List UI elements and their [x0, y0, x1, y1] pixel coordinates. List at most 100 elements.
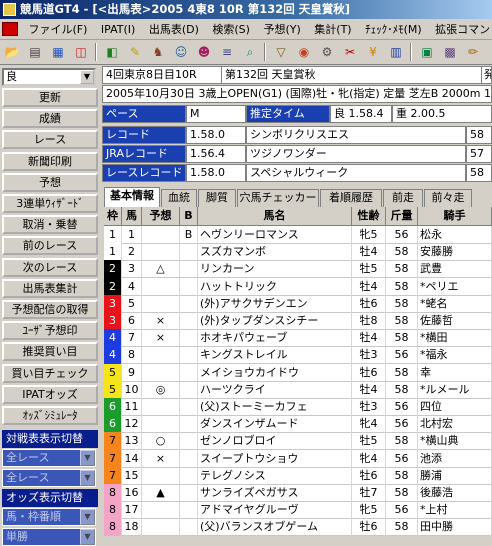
- pencil-icon[interactable]: ✏: [463, 42, 483, 62]
- print-icon[interactable]: ▤: [25, 42, 45, 62]
- tab-1[interactable]: 血統: [161, 189, 197, 207]
- table-row[interactable]: 1 1 B ヘヴンリーロマンス 牝5 56 松永: [104, 226, 492, 244]
- table-row[interactable]: 8 17 アドマイヤグルーヴ 牝5 56 *上村: [104, 501, 492, 520]
- horse-icon[interactable]: ♞: [148, 42, 168, 62]
- table-icon[interactable]: ▦: [48, 42, 68, 62]
- calendar-icon[interactable]: ▣: [417, 42, 437, 62]
- table-row[interactable]: 5 10 ◎ ハーツクライ 牡4 58 *ルメール: [104, 380, 492, 399]
- table-row[interactable]: 7 15 テレグノシス 牡6 58 勝浦: [104, 466, 492, 485]
- menu-shutsuba[interactable]: 出馬表(D): [144, 19, 204, 39]
- money-icon[interactable]: ¥: [363, 42, 383, 62]
- table-row[interactable]: 6 11 (父)ストーミーカフェ 牡3 56 四位: [104, 398, 492, 416]
- side-button-7[interactable]: 前のレース: [2, 236, 98, 256]
- table-row[interactable]: 7 14 × スイープトウショウ 牝4 56 池添: [104, 449, 492, 468]
- column-header-3[interactable]: B: [180, 207, 198, 226]
- matchup-select-1[interactable]: 全レース ▼: [2, 449, 96, 467]
- document-icon[interactable]: [2, 22, 18, 36]
- odds-order-select[interactable]: 馬・枠番順 ▼: [2, 508, 96, 526]
- cell-kin: 56: [386, 398, 418, 416]
- table-row[interactable]: 8 18 (父)バランスオブゲーム 牡6 58 田中勝: [104, 518, 492, 536]
- side-button-13[interactable]: 買い目チェック: [2, 363, 98, 383]
- app-icon: [3, 3, 16, 16]
- side-button-0[interactable]: 更新: [2, 88, 98, 107]
- trainer-icon[interactable]: ☻: [194, 42, 214, 62]
- tab-2[interactable]: 脚質: [198, 189, 236, 207]
- menu-extended[interactable]: 拡張コマンド: [430, 19, 492, 39]
- table-row[interactable]: 7 13 ○ ゼンノロブロイ 牡5 58 *横山典: [104, 432, 492, 451]
- odds-type-select[interactable]: 単勝 ▼: [2, 528, 96, 546]
- dropdown-arrow-icon[interactable]: ▼: [80, 70, 94, 84]
- tab-6[interactable]: 前々走: [424, 189, 472, 207]
- side-button-4[interactable]: 予想: [2, 172, 98, 192]
- flag-icon[interactable]: ⚑: [486, 42, 492, 62]
- dropdown-arrow-icon[interactable]: ▼: [80, 509, 95, 525]
- list-icon[interactable]: ≡: [217, 42, 237, 62]
- table-row[interactable]: 5 9 メイショウカイドウ 牡6 58 幸: [104, 363, 492, 382]
- table-row[interactable]: 6 12 ダンスインザムード 牝4 56 北村宏: [104, 415, 492, 434]
- matchup-select-2[interactable]: 全レース ▼: [2, 469, 96, 487]
- side-button-1[interactable]: 成績: [2, 109, 98, 129]
- memo-icon[interactable]: ✎: [125, 42, 145, 62]
- cell-name: (父)バランスオブゲーム: [198, 518, 352, 536]
- tab-5[interactable]: 前走: [383, 189, 423, 207]
- record-weight: 58: [466, 126, 492, 144]
- column-header-0[interactable]: 枠: [104, 207, 122, 226]
- side-button-9[interactable]: 出馬表集計: [2, 278, 98, 298]
- record-time: 1.58.0: [186, 126, 246, 144]
- menu-check-memo[interactable]: ﾁｪｯｸ･ﾒﾓ(M): [360, 19, 427, 39]
- record-label: レースレコード: [102, 164, 186, 182]
- menu-yoso[interactable]: 予想(Y): [258, 19, 305, 39]
- chart-icon[interactable]: ◫: [71, 42, 91, 62]
- calc-icon[interactable]: ▩: [440, 42, 460, 62]
- cell-b: [180, 243, 198, 262]
- side-button-14[interactable]: IPATオッズ: [2, 384, 98, 404]
- odds-icon[interactable]: ◉: [294, 42, 314, 62]
- table-row[interactable]: 3 5 (外)アサクサデンエン 牡6 58 *蛯名: [104, 294, 492, 313]
- tab-3[interactable]: 穴馬チェッカー: [237, 189, 319, 207]
- dropdown-arrow-icon[interactable]: ▼: [80, 450, 95, 466]
- table-row[interactable]: 3 6 × (外)タップダンスシチー 牡8 58 佐藤哲: [104, 312, 492, 330]
- graph-icon[interactable]: ▥: [386, 42, 406, 62]
- track-condition-select[interactable]: 良 ▼: [2, 68, 96, 86]
- column-header-2[interactable]: 予想: [142, 207, 180, 226]
- bet-icon[interactable]: ◧: [102, 42, 122, 62]
- side-button-11[interactable]: ﾕｰｻﾞ予想印: [2, 321, 98, 341]
- search-icon[interactable]: ⌕: [240, 42, 260, 62]
- cell-name: リンカーン: [198, 260, 352, 279]
- dropdown-arrow-icon[interactable]: ▼: [80, 529, 95, 545]
- tools-icon[interactable]: ⚙: [317, 42, 337, 62]
- table-row[interactable]: 8 16 ▲ サンライズペガサス 牡7 58 後藤浩: [104, 484, 492, 502]
- column-header-1[interactable]: 馬: [122, 207, 142, 226]
- filter-icon[interactable]: ▽: [271, 42, 291, 62]
- side-button-3[interactable]: 新聞印刷: [2, 151, 98, 171]
- menu-search[interactable]: 検索(S): [207, 19, 255, 39]
- table-row[interactable]: 1 2 スズカマンボ 牡4 58 安藤勝: [104, 243, 492, 262]
- table-row[interactable]: 4 7 × ホオキパウェーブ 牡4 58 *横田: [104, 329, 492, 348]
- dropdown-arrow-icon[interactable]: ▼: [80, 470, 95, 486]
- column-header-5[interactable]: 性齢: [352, 207, 386, 226]
- open-icon[interactable]: 📂: [2, 42, 22, 62]
- jockey-icon[interactable]: ☺: [171, 42, 191, 62]
- side-button-10[interactable]: 予想配信の取得: [2, 300, 98, 319]
- menu-shukei[interactable]: 集計(T): [309, 19, 356, 39]
- menu-file[interactable]: ファイル(F): [24, 19, 93, 39]
- column-header-4[interactable]: 馬名: [198, 207, 352, 226]
- scissors-icon[interactable]: ✂: [340, 42, 360, 62]
- column-header-7[interactable]: 騎手: [418, 207, 492, 226]
- tab-0[interactable]: 基本情報: [104, 187, 160, 207]
- cell-b: [180, 432, 198, 451]
- side-button-5[interactable]: 3連単ｳｨｻﾞｰﾄﾞ: [2, 194, 98, 213]
- menu-ipat[interactable]: IPAT(I): [96, 19, 140, 39]
- side-button-15[interactable]: ｵｯｽﾞｼﾐｭﾚｰﾀ: [2, 406, 98, 425]
- cell-jockey: 幸: [418, 363, 492, 382]
- tab-4[interactable]: 着順履歴: [320, 189, 382, 207]
- table-row[interactable]: 4 8 キングストレイル 牡3 56 *福永: [104, 346, 492, 365]
- side-button-6[interactable]: 取消・乗替: [2, 215, 98, 235]
- side-button-8[interactable]: 次のレース: [2, 257, 98, 277]
- table-row[interactable]: 2 4 ハットトリック 牡4 58 *ペリエ: [104, 277, 492, 296]
- side-button-12[interactable]: 推奨買い目: [2, 342, 98, 362]
- table-row[interactable]: 2 3 △ リンカーン 牡5 58 武豊: [104, 260, 492, 279]
- cell-kin: 58: [386, 363, 418, 382]
- column-header-6[interactable]: 斤量: [386, 207, 418, 226]
- side-button-2[interactable]: レース: [2, 130, 98, 150]
